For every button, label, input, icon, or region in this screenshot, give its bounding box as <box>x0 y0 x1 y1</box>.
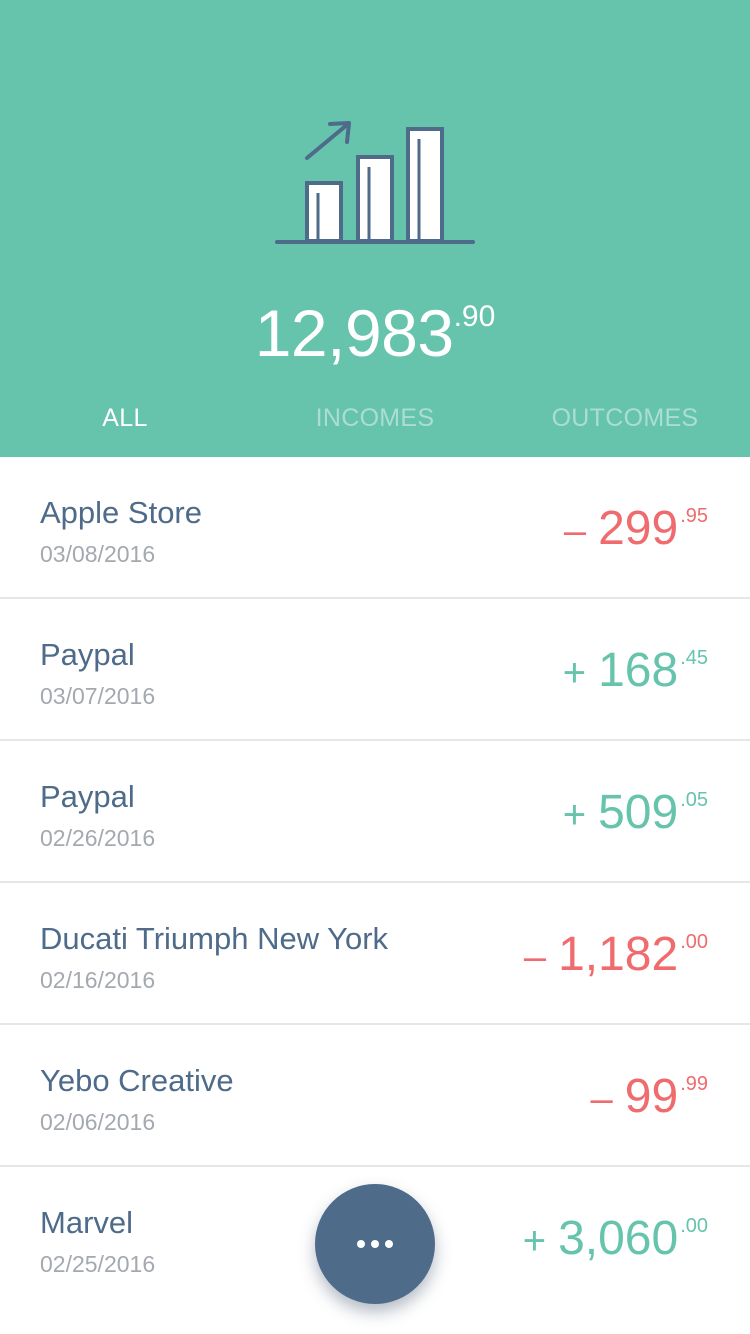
amount-integer: 168 <box>598 644 679 697</box>
amount-integer: 509 <box>598 786 679 839</box>
transaction-name: Apple Store <box>40 495 202 530</box>
transaction-amount: –299.95 <box>564 501 708 556</box>
transaction-row[interactable]: Yebo Creative 02/06/2016 –99.99 <box>0 1025 750 1167</box>
amount-integer: 299 <box>598 502 679 555</box>
transaction-row[interactable]: Paypal 02/26/2016 +509.05 <box>0 741 750 883</box>
amount-decimal: .45 <box>680 647 708 669</box>
amount-decimal: .95 <box>680 505 708 527</box>
amount-integer: 1,182 <box>558 928 679 981</box>
more-dots-icon <box>357 1240 393 1248</box>
transaction-name: Ducati Triumph New York <box>40 921 389 956</box>
balance-decimal: .90 <box>453 300 496 333</box>
transaction-date: 03/08/2016 <box>40 541 156 567</box>
transaction-date: 02/06/2016 <box>40 1109 156 1135</box>
amount-sign: + <box>562 793 587 837</box>
amount-decimal: .00 <box>680 931 708 953</box>
transaction-list: Apple Store 03/08/2016 –299.95 Paypal 03… <box>0 457 750 1309</box>
amount-decimal: .05 <box>680 789 708 811</box>
transaction-name: Paypal <box>40 779 135 814</box>
transaction-row[interactable]: Ducati Triumph New York 02/16/2016 –1,18… <box>0 883 750 1025</box>
amount-decimal: .00 <box>680 1215 708 1237</box>
transaction-amount: +168.45 <box>563 643 708 698</box>
total-balance: 12,983.90 <box>0 295 750 371</box>
transaction-amount: +3,060.00 <box>523 1211 708 1266</box>
transaction-amount: –99.99 <box>591 1069 708 1124</box>
amount-integer: 99 <box>624 1070 679 1123</box>
transaction-date: 03/07/2016 <box>40 683 156 709</box>
transaction-amount: +509.05 <box>563 785 708 840</box>
transaction-amount: –1,182.00 <box>524 927 708 982</box>
balance-integer: 12,983 <box>254 296 454 370</box>
amount-sign: – <box>590 1077 613 1121</box>
amount-integer: 3,060 <box>558 1212 679 1265</box>
header: 12,983.90 ALL INCOMES OUTCOMES <box>0 0 750 457</box>
amount-sign: – <box>523 935 547 979</box>
bar-chart-growth-icon <box>275 121 475 244</box>
transaction-row[interactable]: Paypal 03/07/2016 +168.45 <box>0 599 750 741</box>
amount-sign: – <box>563 509 587 553</box>
transaction-name: Yebo Creative <box>40 1063 234 1098</box>
tab-outcomes[interactable]: OUTCOMES <box>500 404 750 433</box>
transaction-name: Paypal <box>40 637 135 672</box>
transaction-date: 02/25/2016 <box>40 1251 156 1277</box>
tab-all[interactable]: ALL <box>0 404 250 433</box>
transaction-name: Marvel <box>40 1205 134 1240</box>
tab-incomes[interactable]: INCOMES <box>250 404 500 433</box>
transaction-date: 02/26/2016 <box>40 825 156 851</box>
amount-decimal: .99 <box>680 1073 708 1095</box>
amount-sign: + <box>522 1219 547 1263</box>
more-actions-button[interactable] <box>315 1184 435 1304</box>
transaction-row[interactable]: Apple Store 03/08/2016 –299.95 <box>0 457 750 599</box>
amount-sign: + <box>562 651 587 695</box>
transaction-date: 02/16/2016 <box>40 967 156 993</box>
filter-tabs: ALL INCOMES OUTCOMES <box>0 404 750 438</box>
